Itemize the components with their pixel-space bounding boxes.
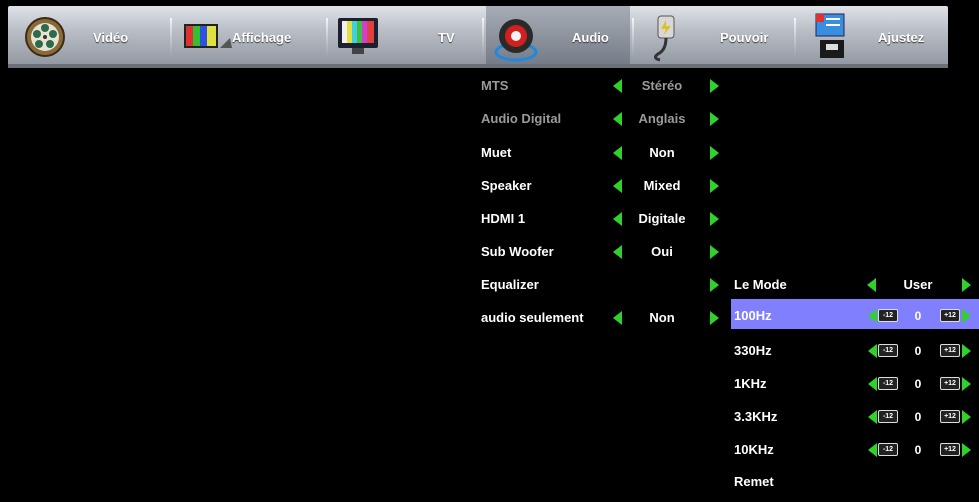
audio-digital-next-arrow[interactable] <box>710 112 719 126</box>
eq-band-value: 0 <box>914 410 922 424</box>
speaker-next-arrow[interactable] <box>710 179 719 193</box>
eq-mode-next-arrow[interactable] <box>962 278 971 292</box>
speaker-value: Mixed <box>643 178 681 193</box>
tab-video-label: Vidéo <box>93 30 129 45</box>
eq-mode-prev-arrow[interactable] <box>867 278 876 292</box>
eq-max-badge: +12 <box>940 377 960 390</box>
eq-band-increase-arrow[interactable] <box>962 410 971 424</box>
tab-divider <box>326 18 328 58</box>
sub-woofer-label: Sub Woofer <box>481 244 554 259</box>
eq-min-badge: -12 <box>878 410 898 423</box>
tab-ajustez-label: Ajustez <box>878 30 925 45</box>
speaker-icon <box>494 19 538 62</box>
audio-only-label: audio seulement <box>481 310 584 325</box>
mts-next-arrow[interactable] <box>710 79 719 93</box>
hdmi1-label: HDMI 1 <box>481 211 526 226</box>
hdmi1-prev-arrow[interactable] <box>613 212 622 226</box>
mute-label: Muet <box>481 145 512 160</box>
settings-screen-icon <box>815 13 845 58</box>
tab-pouvoir-label: Pouvoir <box>720 30 769 45</box>
topbar-shadow <box>8 64 948 68</box>
eq-band-decrease-arrow[interactable] <box>868 309 877 323</box>
tab-tv[interactable]: TV <box>330 6 480 68</box>
equalizer-label: Equalizer <box>481 277 539 292</box>
eq-mode-label: Le Mode <box>734 277 787 292</box>
eq-band-decrease-arrow[interactable] <box>868 410 877 424</box>
eq-band-label: 1KHz <box>734 376 767 391</box>
eq-band-label: 3.3KHz <box>734 409 778 424</box>
eq-band-value: 0 <box>914 309 922 323</box>
eq-band-label: 330Hz <box>734 343 772 358</box>
eq-band-value: 0 <box>914 377 922 391</box>
tv-icon <box>338 18 378 54</box>
eq-band-increase-arrow[interactable] <box>962 443 971 457</box>
eq-band-increase-arrow[interactable] <box>962 344 971 358</box>
film-reel-icon <box>25 17 65 57</box>
eq-band-label: 10KHz <box>734 442 774 457</box>
eq-min-badge: -12 <box>878 309 898 322</box>
audio-digital-value: Anglais <box>638 111 686 126</box>
eq-max-badge: +12 <box>940 410 960 423</box>
mute-prev-arrow[interactable] <box>613 146 622 160</box>
eq-max-badge: +12 <box>940 309 960 322</box>
audio-digital-prev-arrow[interactable] <box>613 112 622 126</box>
equalizer-open-arrow[interactable] <box>710 278 719 292</box>
eq-max-badge: +12 <box>940 443 960 456</box>
eq-band-decrease-arrow[interactable] <box>868 344 877 358</box>
eq-band-increase-arrow[interactable] <box>962 309 971 323</box>
tab-divider <box>632 18 634 58</box>
eq-band-value: 0 <box>914 443 922 457</box>
sub-woofer-value: Oui <box>651 244 673 259</box>
top-menu-bar: Vidéo Affichage TV Audio Pouvoir Ajustez <box>8 6 948 68</box>
power-plug-icon <box>653 15 675 62</box>
eq-band-decrease-arrow[interactable] <box>868 377 877 391</box>
hdmi1-next-arrow[interactable] <box>710 212 719 226</box>
sub-woofer-next-arrow[interactable] <box>710 245 719 259</box>
speaker-label: Speaker <box>481 178 532 193</box>
tab-affichage[interactable]: Affichage <box>174 6 324 68</box>
hdmi1-value: Digitale <box>638 211 686 226</box>
tab-pouvoir[interactable]: Pouvoir <box>636 6 792 68</box>
mts-value: Stéréo <box>641 78 683 93</box>
eq-reset-button[interactable]: Remet <box>734 474 774 489</box>
tab-ajustez[interactable]: Ajustez <box>798 6 948 68</box>
mts-label: MTS <box>481 78 509 93</box>
eq-mode-value: User <box>903 277 933 292</box>
tab-audio-label: Audio <box>572 30 609 45</box>
tab-divider <box>482 18 484 58</box>
mts-prev-arrow[interactable] <box>613 79 622 93</box>
sub-woofer-prev-arrow[interactable] <box>613 245 622 259</box>
tab-video[interactable]: Vidéo <box>8 6 168 68</box>
eq-max-badge: +12 <box>940 344 960 357</box>
eq-min-badge: -12 <box>878 443 898 456</box>
mute-next-arrow[interactable] <box>710 146 719 160</box>
audio-digital-label: Audio Digital <box>481 111 562 126</box>
eq-band-increase-arrow[interactable] <box>962 377 971 391</box>
display-icon <box>184 24 232 48</box>
eq-min-badge: -12 <box>878 344 898 357</box>
tab-divider <box>794 18 796 58</box>
eq-band-label: 100Hz <box>734 308 772 323</box>
eq-band-decrease-arrow[interactable] <box>868 443 877 457</box>
speaker-prev-arrow[interactable] <box>613 179 622 193</box>
eq-band-value: 0 <box>914 344 922 358</box>
tab-affichage-label: Affichage <box>232 30 292 45</box>
tab-divider <box>170 18 172 58</box>
eq-min-badge: -12 <box>878 377 898 390</box>
tab-audio[interactable]: Audio <box>486 6 630 68</box>
tab-tv-label: TV <box>438 30 455 45</box>
audio-only-prev-arrow[interactable] <box>613 311 622 325</box>
audio-only-next-arrow[interactable] <box>710 311 719 325</box>
mute-value: Non <box>649 145 675 160</box>
audio-only-value: Non <box>649 310 675 325</box>
